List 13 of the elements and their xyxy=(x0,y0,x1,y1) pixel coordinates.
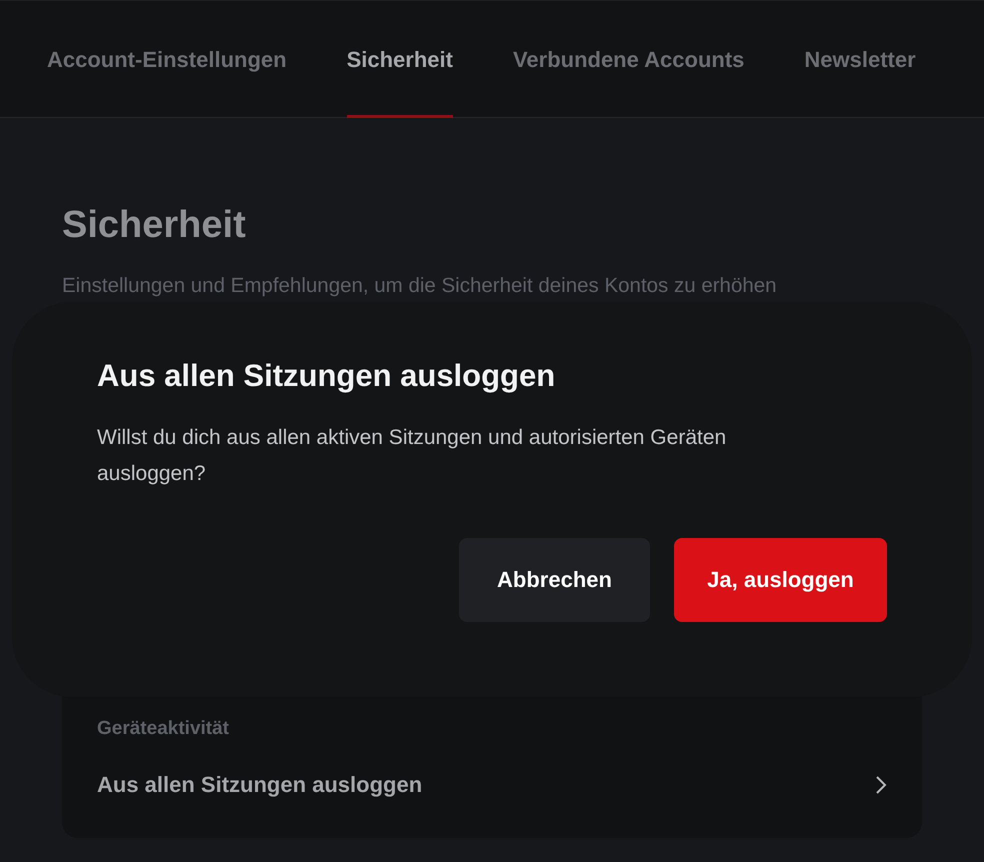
dialog-message: Willst du dich aus allen aktiven Sitzungen und autorisierten Geräten ausloggen? xyxy=(97,425,728,487)
tab[interactable]: Newsletter xyxy=(804,1,916,118)
page-title: Sicherheit xyxy=(62,203,247,248)
settings-row[interactable]: Aus allen Sitzungen ausloggen xyxy=(97,772,887,838)
tab[interactable]: Verbundene Accounts xyxy=(512,1,744,118)
tab[interactable]: Account-Einstellungen xyxy=(47,1,287,118)
confirm-button[interactable]: Ja, ausloggen xyxy=(674,538,887,622)
cancel-button[interactable]: Abbrechen xyxy=(459,538,650,622)
tab[interactable]: Sicherheit xyxy=(346,1,453,118)
dialog-title: Aus allen Sitzungen ausloggen xyxy=(97,358,556,394)
page-subtitle: Einstellungen und Empfehlungen, um die Sicherheit deines Kontos zu erhöhen xyxy=(62,274,778,298)
chevron-right-icon xyxy=(875,775,887,795)
section-label: Geräteaktivität xyxy=(97,718,230,740)
